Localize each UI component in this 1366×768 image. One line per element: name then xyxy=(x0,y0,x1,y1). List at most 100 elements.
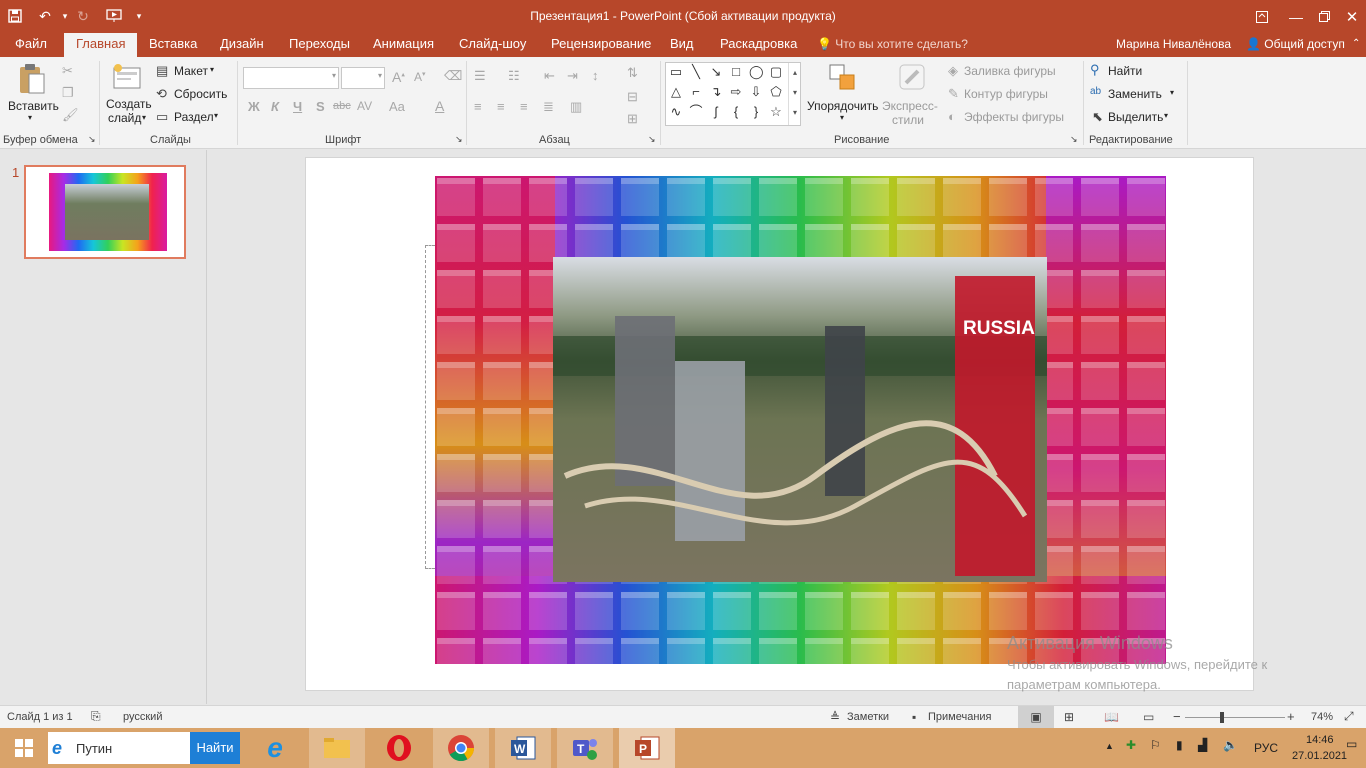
battery-icon[interactable]: ▮ xyxy=(1176,738,1183,752)
textbox-shape-icon[interactable]: ▭ xyxy=(669,65,683,79)
justify-icon[interactable]: ≣ xyxy=(543,99,554,115)
line-spacing-icon[interactable]: ↕ xyxy=(592,68,599,83)
right-brace-shape-icon[interactable]: } xyxy=(749,105,763,119)
zoom-slider-track[interactable] xyxy=(1185,712,1285,723)
shape-outline-button[interactable]: ✎ Контур фигуры xyxy=(948,86,1068,104)
shrink-font-icon[interactable]: A▾ xyxy=(414,70,426,84)
taskbar-search-box[interactable]: e Путин xyxy=(48,732,190,764)
right-arrow-shape-icon[interactable]: ⇨ xyxy=(729,85,743,99)
font-size-combobox[interactable]: ▾ xyxy=(341,67,385,89)
rounded-rect-shape-icon[interactable]: ▢ xyxy=(769,65,783,79)
taskbar-file-explorer[interactable] xyxy=(309,728,365,768)
select-button[interactable]: ⬉ Выделить ▾ xyxy=(1090,109,1180,127)
bold-button[interactable]: Ж xyxy=(248,99,260,114)
down-arrow-shape-icon[interactable]: ⇩ xyxy=(749,85,763,99)
ribbon-display-options-icon[interactable] xyxy=(1242,0,1282,33)
reset-button[interactable]: ⟲ Сбросить xyxy=(156,86,236,104)
show-hidden-icons-icon[interactable]: ▲ xyxy=(1105,741,1114,751)
shapes-gallery-scroll[interactable]: ▴ ▾ ▾ xyxy=(788,63,801,125)
drawing-launcher-icon[interactable]: ↘ xyxy=(1070,134,1078,145)
clock-time[interactable]: 14:46 xyxy=(1306,734,1334,746)
tab-slideshow[interactable]: Слайд-шоу xyxy=(459,33,526,57)
network-app-icon[interactable]: ✚ xyxy=(1126,738,1136,752)
font-name-combobox[interactable]: ▾ xyxy=(243,67,339,89)
tab-review[interactable]: Рецензирование xyxy=(551,33,651,57)
numbering-icon[interactable]: ☷ xyxy=(508,68,520,84)
decrease-indent-icon[interactable]: ⇤ xyxy=(544,68,555,84)
rainbow-cubes-background-image[interactable]: RUSSIA xyxy=(435,176,1166,664)
notes-button[interactable]: ≜ Заметки xyxy=(830,710,900,726)
taskbar-teams[interactable]: T xyxy=(557,728,613,768)
taskbar-internet-explorer[interactable]: e xyxy=(247,728,303,768)
align-left-icon[interactable]: ≡ xyxy=(474,99,482,114)
clipboard-launcher-icon[interactable]: ↘ xyxy=(88,134,96,145)
quick-styles-button[interactable]: Экспресс- стили xyxy=(880,61,944,137)
tab-design[interactable]: Дизайн xyxy=(220,33,264,57)
bullets-icon[interactable]: ☰ xyxy=(474,68,486,84)
tab-view[interactable]: Вид xyxy=(670,33,694,57)
zoom-level[interactable]: 74% xyxy=(1311,711,1333,723)
layout-button[interactable]: ▤ Макет ▾ xyxy=(156,63,236,81)
spellcheck-icon[interactable]: ⎘ xyxy=(91,709,101,724)
change-case-button[interactable]: Aa xyxy=(389,99,405,114)
reading-view-icon[interactable]: 📖 xyxy=(1104,710,1119,724)
font-launcher-icon[interactable]: ↘ xyxy=(455,134,463,145)
tell-me-box[interactable]: 💡 Что вы хотите сделать? xyxy=(817,33,968,57)
tab-animations[interactable]: Анимация xyxy=(373,33,434,57)
input-language[interactable]: РУС xyxy=(1254,741,1278,755)
share-button[interactable]: 👤 Общий доступ xyxy=(1246,33,1345,57)
fit-slide-icon[interactable]: ⤢ xyxy=(1344,709,1354,724)
slide-thumbnail[interactable] xyxy=(24,165,186,259)
elbow-arrow-icon[interactable]: ↴ xyxy=(709,85,723,99)
notifications-icon[interactable]: ▭ xyxy=(1346,737,1357,751)
tab-home[interactable]: Главная xyxy=(64,33,138,57)
clear-formatting-icon[interactable]: ⌫ xyxy=(444,68,462,84)
language-indicator[interactable]: русский xyxy=(123,711,162,723)
oval-shape-icon[interactable]: ◯ xyxy=(749,65,764,79)
align-right-icon[interactable]: ≡ xyxy=(520,99,528,114)
start-button[interactable] xyxy=(0,728,48,768)
align-center-icon[interactable]: ≡ xyxy=(497,99,505,114)
flag-icon[interactable]: ⚐ xyxy=(1150,738,1161,752)
wave-shape-icon[interactable]: ʃ xyxy=(709,105,723,119)
grow-font-icon[interactable]: A▴ xyxy=(392,69,405,85)
cut-icon[interactable]: ✂ xyxy=(62,63,73,79)
minimize-icon[interactable]: — xyxy=(1282,0,1310,33)
rectangle-shape-icon[interactable]: □ xyxy=(729,65,743,79)
taskbar-word[interactable]: W xyxy=(495,728,551,768)
paragraph-launcher-icon[interactable]: ↘ xyxy=(648,134,656,145)
copy-icon[interactable]: ❐ xyxy=(62,85,74,101)
slide-sorter-icon[interactable]: ⊞ xyxy=(1064,710,1074,724)
italic-button[interactable]: К xyxy=(271,99,279,114)
tab-insert[interactable]: Вставка xyxy=(149,33,197,57)
tab-storyboard[interactable]: Раскадровка xyxy=(720,33,797,57)
convert-smartart-icon[interactable]: ⊞ xyxy=(627,111,638,127)
taskbar-powerpoint[interactable]: P xyxy=(619,728,675,768)
restore-icon[interactable] xyxy=(1310,0,1338,33)
font-size-dropdown-icon[interactable]: ▾ xyxy=(378,71,382,80)
text-direction-icon[interactable]: ⇅ xyxy=(627,65,638,81)
columns-icon[interactable]: ▥ xyxy=(570,99,582,115)
taskbar-search-button[interactable]: Найти xyxy=(190,732,240,764)
underline-button[interactable]: Ч xyxy=(293,99,302,114)
increase-indent-icon[interactable]: ⇥ xyxy=(567,68,578,84)
shadow-button[interactable]: S xyxy=(316,99,325,114)
triangle-shape-icon[interactable]: △ xyxy=(669,85,683,99)
clock-date[interactable]: 27.01.2021 xyxy=(1292,750,1347,762)
arc-shape-icon[interactable]: ⌒ xyxy=(689,105,703,119)
volume-icon[interactable]: 🔈 xyxy=(1223,738,1238,752)
strikethrough-button[interactable]: abc xyxy=(333,100,351,112)
find-button[interactable]: ⚲ Найти xyxy=(1090,62,1180,81)
font-name-dropdown-icon[interactable]: ▾ xyxy=(332,71,336,80)
shape-fill-button[interactable]: ◈ Заливка фигуры xyxy=(948,63,1068,81)
font-color-button[interactable]: A xyxy=(435,98,444,114)
wifi-signal-icon[interactable]: ▟ xyxy=(1198,738,1207,752)
section-button[interactable]: ▭ Раздел ▾ xyxy=(156,109,236,127)
arrow-line-shape-icon[interactable]: ↘ xyxy=(709,65,723,79)
curve-shape-icon[interactable]: ∿ xyxy=(669,105,683,119)
collapse-ribbon-icon[interactable]: ⌃ xyxy=(1352,33,1360,57)
star-shape-icon[interactable]: ☆ xyxy=(769,105,783,119)
tab-file[interactable]: Файл xyxy=(15,33,47,57)
pentagon-shape-icon[interactable]: ⬠ xyxy=(769,85,783,99)
arrange-button[interactable]: Упорядочить ▾ xyxy=(806,61,880,137)
